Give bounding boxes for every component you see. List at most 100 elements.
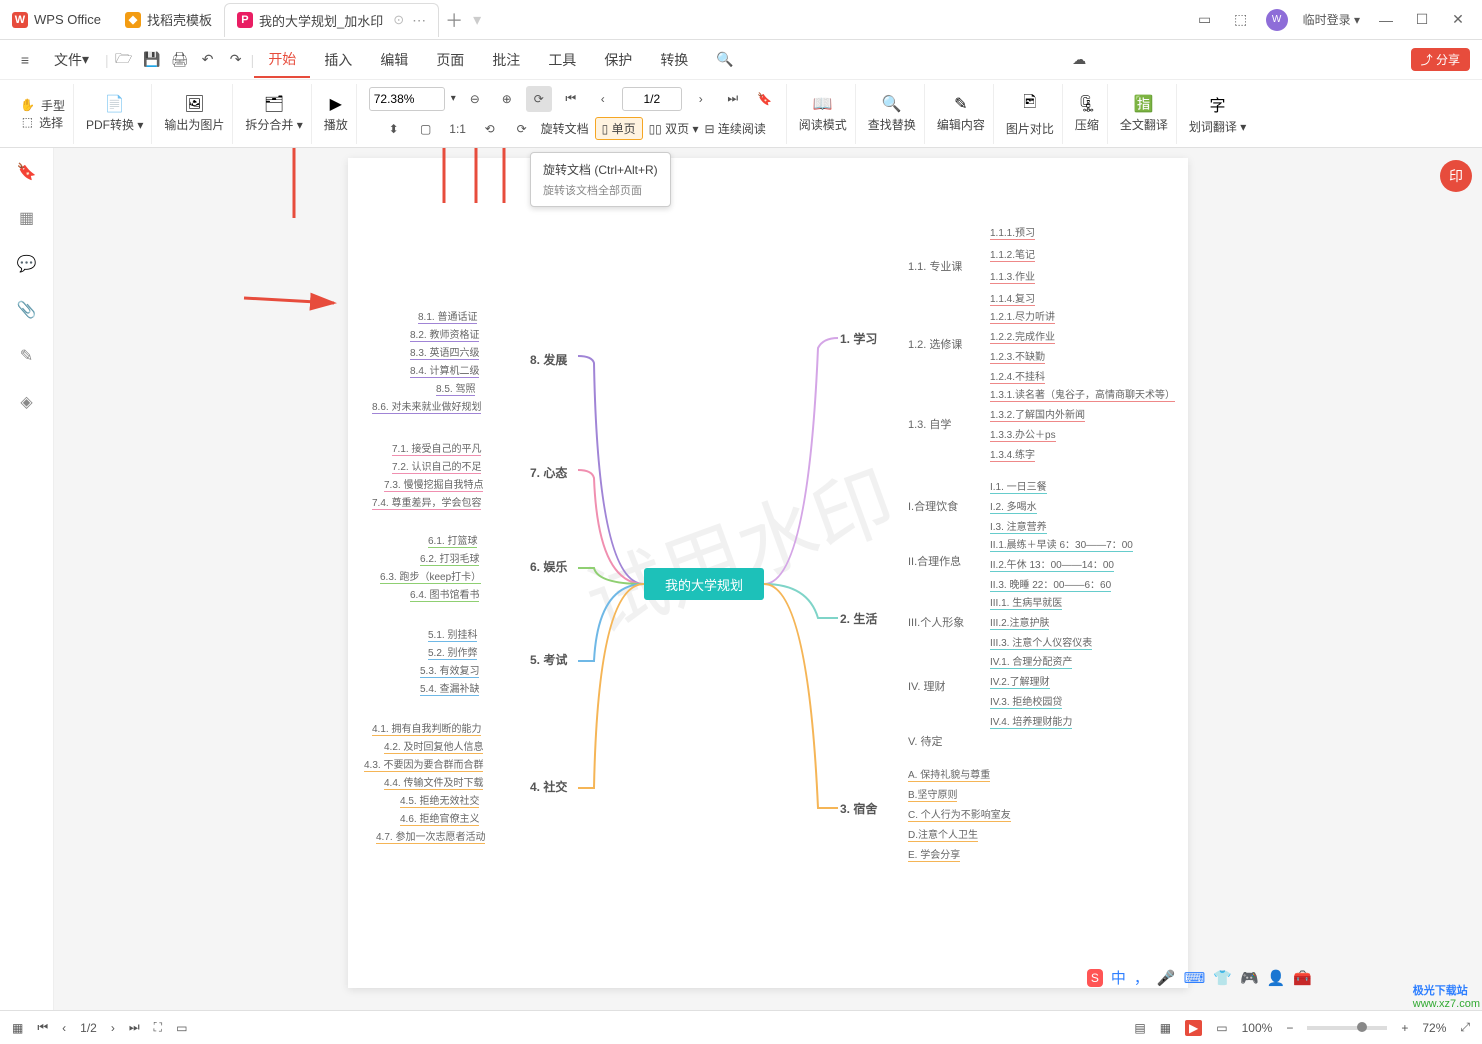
bookmark-icon[interactable]: 🔖 (752, 86, 778, 112)
ime-btn[interactable]: 👤 (1267, 969, 1286, 987)
export-image-button[interactable]: 🖼输出为图片 (156, 84, 233, 144)
tab-tools[interactable]: 工具 (534, 42, 590, 78)
tab-convert[interactable]: 转换 (646, 42, 702, 78)
ime-btn[interactable]: 🧰 (1293, 969, 1312, 987)
zoom-out-icon[interactable]: − (1286, 1021, 1293, 1035)
close-window-button[interactable]: ✕ (1440, 5, 1476, 35)
compress-button[interactable]: 🗜压缩 (1067, 84, 1108, 144)
ime-btn[interactable]: ⌨ (1184, 969, 1206, 987)
comment-panel-icon[interactable]: 💬 (15, 252, 39, 276)
last-page-button[interactable]: ⏭ (720, 86, 746, 112)
layers-panel-icon[interactable]: ◈ (15, 390, 39, 414)
undo-icon[interactable]: ↶ (195, 47, 221, 73)
view1-icon[interactable]: ▤ (1134, 1021, 1145, 1035)
redo-icon[interactable]: ↷ (223, 47, 249, 73)
ime-icon: S (1087, 969, 1103, 987)
thumbnail-panel-icon[interactable]: ▦ (15, 206, 39, 230)
maximize-button[interactable]: ☐ (1404, 5, 1440, 35)
rotate-doc-button[interactable]: 旋转文档 (541, 120, 589, 137)
rotate-button[interactable]: ⟳ (526, 86, 552, 112)
share-button[interactable]: ⤴ 分享 (1411, 48, 1470, 71)
dual-page-button[interactable]: ▯▯ 双页 ▾ (649, 120, 699, 137)
attachment-panel-icon[interactable]: 📎 (15, 298, 39, 322)
split-merge-button[interactable]: 🗂拆分合并 ▾ (237, 84, 311, 144)
fit-icon[interactable]: ⛶ (154, 1020, 162, 1035)
avatar[interactable]: W (1259, 5, 1295, 35)
play-button[interactable]: ▶播放 (316, 84, 357, 144)
tab-start[interactable]: 开始 (254, 42, 310, 78)
cube-icon[interactable]: ⬚ (1223, 5, 1259, 35)
ime-btn[interactable]: 🎤 (1157, 969, 1176, 987)
pdf-convert-button[interactable]: 📄PDF转换 ▾ (78, 84, 152, 144)
ime-btn[interactable]: 中 (1111, 967, 1126, 988)
read-mode-button[interactable]: 📖阅读模式 (791, 84, 856, 144)
file-menu[interactable]: 文件 ▾ (40, 42, 103, 78)
apps-icon[interactable]: ▭ (1187, 5, 1223, 35)
ime-btn[interactable]: 👕 (1213, 969, 1232, 987)
layout-icon[interactable]: ▭ (176, 1021, 187, 1035)
full-translate-button[interactable]: 🈯全文翻译 (1112, 84, 1177, 144)
tab-dropdown-icon[interactable]: ▾ (473, 10, 481, 30)
find-replace-button[interactable]: 🔍查找替换 (860, 84, 925, 144)
ime-toolbar[interactable]: S 中， 🎤 ⌨ 👕 🎮 👤 🧰 (1087, 967, 1312, 988)
tab-page[interactable]: 页面 (422, 42, 478, 78)
save-icon[interactable]: 💾 (139, 47, 165, 73)
cloud-icon[interactable]: ☁ (1066, 47, 1092, 73)
close-icon[interactable]: ⋯ (412, 12, 426, 29)
zoom-out-button[interactable]: ⊖ (462, 86, 488, 112)
tab-annotate[interactable]: 批注 (478, 42, 534, 78)
view3-icon[interactable]: ▭ (1216, 1021, 1227, 1035)
zoom-in-button[interactable]: ⊕ (494, 86, 520, 112)
fit-page-icon[interactable]: ▢ (413, 116, 439, 142)
tab-options-icon[interactable]: ⊙ (393, 12, 404, 28)
zoom-in-icon[interactable]: + (1401, 1021, 1408, 1035)
first-page-button[interactable]: ⏮ (558, 86, 584, 112)
zoom-slider[interactable] (1307, 1026, 1387, 1030)
sign-panel-icon[interactable]: ✎ (15, 344, 39, 368)
minimize-button[interactable]: — (1368, 5, 1404, 35)
first-icon[interactable]: ⏮ (37, 1020, 48, 1035)
next-page-button[interactable]: › (688, 86, 714, 112)
fit-width-icon[interactable]: ⬍ (381, 116, 407, 142)
last-icon[interactable]: ⏭ (129, 1020, 140, 1035)
expand-icon[interactable]: ⤢ (1460, 1020, 1470, 1035)
page-input[interactable] (622, 87, 682, 111)
view2-icon[interactable]: ▦ (1160, 1021, 1171, 1035)
word-translate-button[interactable]: 字划词翻译 ▾ (1181, 84, 1254, 144)
hand-icon[interactable]: ✋ (20, 98, 35, 112)
print-icon[interactable]: 🖨 (167, 47, 193, 73)
edit-content-button[interactable]: ✎编辑内容 (929, 84, 994, 144)
tab-templates[interactable]: ◆ 找稻壳模板 (113, 3, 224, 37)
menu-icon[interactable]: ≡ (12, 47, 38, 73)
open-icon[interactable]: 🗁 (111, 47, 137, 73)
prev-icon[interactable]: ‹ (62, 1021, 66, 1035)
tools-group: ✋手型 ⬚选择 (12, 84, 74, 144)
select-icon[interactable]: ⬚ (22, 115, 33, 129)
continuous-read-button[interactable]: ⊟ 连续阅读 (705, 120, 766, 137)
zoom-select[interactable] (369, 87, 445, 111)
stamp-badge[interactable]: 印 (1440, 160, 1472, 192)
pdf-icon: P (237, 12, 253, 28)
rotate-left-icon[interactable]: ⟲ (477, 116, 503, 142)
add-tab-button[interactable]: ＋ (439, 7, 469, 33)
bookmark-panel-icon[interactable]: 🔖 (15, 160, 39, 184)
single-page-button[interactable]: ▯ 单页 (595, 117, 643, 140)
next-icon[interactable]: › (111, 1021, 115, 1035)
search-icon[interactable]: 🔍 (702, 42, 747, 78)
image-compare-button[interactable]: 🖻图片对比 (998, 84, 1063, 144)
tab-protect[interactable]: 保护 (590, 42, 646, 78)
tab-insert[interactable]: 插入 (310, 42, 366, 78)
tab-doc[interactable]: P 我的大学规划_加水印 ⊙ ⋯ (224, 3, 439, 37)
tab-edit[interactable]: 编辑 (366, 42, 422, 78)
page-indicator[interactable]: 1/2 (80, 1021, 97, 1035)
pdf-page: 试用水印 我的大学规划 1. 学习 1.1. 专业课 1.2. 选修课 1.3.… (348, 158, 1188, 988)
play-icon[interactable]: ▶ (1185, 1020, 1202, 1036)
ime-btn[interactable]: 🎮 (1240, 969, 1259, 987)
rotate-right-icon[interactable]: ⟳ (509, 116, 535, 142)
actual-size-icon[interactable]: 1:1 (445, 116, 471, 142)
leaf: III.3. 注意个人仪容仪表 (990, 634, 1092, 650)
prev-page-button[interactable]: ‹ (590, 86, 616, 112)
login-label[interactable]: 临时登录 ▾ (1295, 11, 1368, 28)
thumbnails-icon[interactable]: ▦ (12, 1021, 23, 1035)
tab-app[interactable]: W WPS Office (0, 3, 113, 37)
